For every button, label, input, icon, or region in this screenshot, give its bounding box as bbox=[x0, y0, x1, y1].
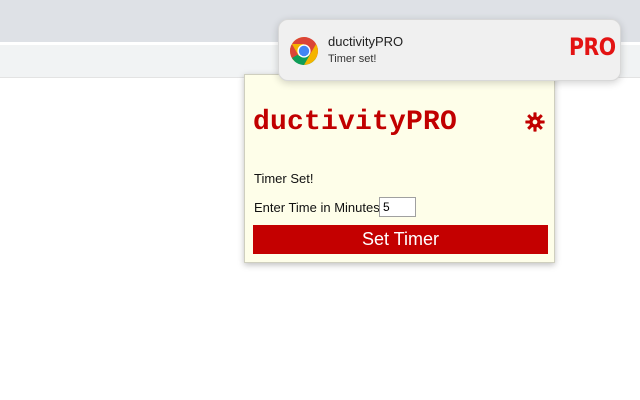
timer-status-text: Timer Set! bbox=[254, 171, 314, 186]
popup-title: ductivityPRO bbox=[253, 107, 458, 138]
set-timer-button[interactable]: Set Timer bbox=[253, 225, 548, 254]
pro-logo: PRO bbox=[569, 33, 616, 61]
system-notification[interactable]: ductivityPRO Timer set! PRO bbox=[278, 19, 621, 81]
gear-icon[interactable] bbox=[524, 111, 546, 133]
extension-popup: ductivityPRO Timer Set! Enter Time in Mi… bbox=[244, 74, 555, 263]
notification-body: Timer set! bbox=[328, 53, 377, 65]
minutes-input[interactable] bbox=[379, 197, 416, 217]
time-input-label: Enter Time in Minutes bbox=[254, 200, 380, 215]
notification-title: ductivityPRO bbox=[328, 34, 404, 49]
chrome-icon bbox=[290, 37, 318, 65]
